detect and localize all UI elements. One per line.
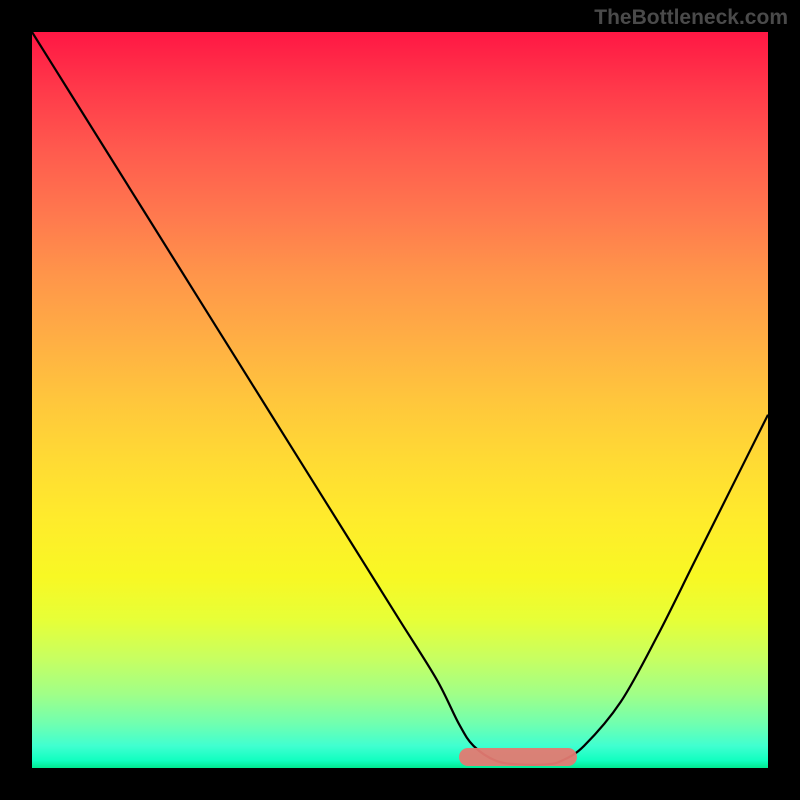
plot-area xyxy=(32,32,768,768)
watermark-text: TheBottleneck.com xyxy=(594,6,788,30)
chart-container: TheBottleneck.com xyxy=(0,0,800,800)
heatmap-gradient-background xyxy=(32,32,768,768)
optimal-zone-marker xyxy=(459,748,577,766)
